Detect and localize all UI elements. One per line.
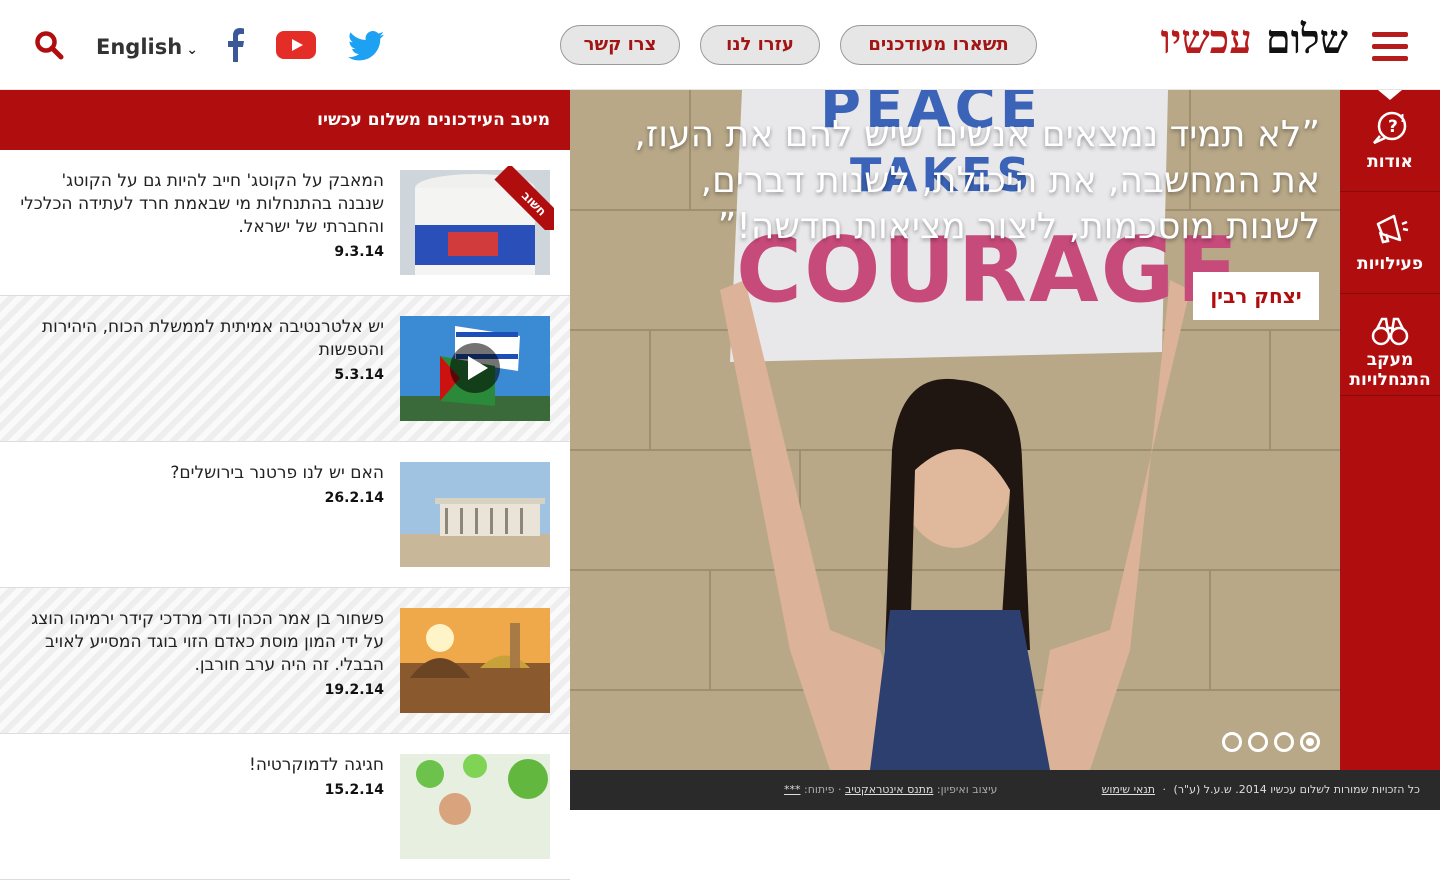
hero-quote: ”לא תמיד נמצאים אנשים שיש להם את העוז, א… [634, 114, 1320, 247]
list-item[interactable]: פשחור בן אמר הכהן ודר מרדכי קידר ירמיהו … [0, 588, 570, 734]
hamburger-menu-icon[interactable] [1372, 32, 1408, 62]
item-text: האם יש לנו פרטנר בירושלים? [170, 463, 384, 483]
list-item[interactable]: חגיגה לדמוקרטיה! 15.2.14 [0, 734, 570, 880]
site-logo[interactable]: שלום עכשיו [1118, 8, 1348, 72]
stay-updated-button[interactable]: תשארו מעודכנים [840, 25, 1037, 65]
item-body: יש אלטרנטיבה אמיתית לממשלת הכוח, היהירות… [20, 316, 384, 387]
item-text: יש אלטרנטיבה אמיתית לממשלת הכוח, היהירות… [41, 317, 384, 360]
item-date: 26.2.14 [324, 490, 384, 506]
design-label: עיצוב ואיפיון: [936, 783, 998, 796]
item-body: המאבק על הקוטג' חייב להיות גם על הקוטג' … [20, 170, 384, 264]
item-date: 19.2.14 [324, 682, 384, 698]
side-nav-label: פעילויות [1356, 254, 1424, 274]
dev-label: · פיתוח: [804, 783, 842, 796]
binoculars-icon [1371, 317, 1409, 346]
item-text: המאבק על הקוטג' חייב להיות גם על הקוטג' … [20, 171, 384, 237]
dev-link[interactable]: *** [784, 783, 801, 796]
item-body: חגיגה לדמוקרטיה! 15.2.14 [20, 754, 384, 802]
item-body: האם יש לנו פרטנר בירושלים? 26.2.14 [20, 462, 384, 510]
search-icon[interactable] [34, 30, 64, 60]
knesset-thumbnail [400, 462, 550, 567]
item-text: חגיגה לדמוקרטיה! [249, 755, 384, 775]
side-nav: ? ! אודות פעילויות מעקב התנחלויות [1340, 90, 1440, 810]
design-link[interactable]: מתנס אינטראקטיב [845, 783, 933, 796]
logo-word-2: עכשיו [1160, 16, 1252, 63]
help-us-button[interactable]: עזרו לנו [700, 25, 820, 65]
side-nav-notch [1378, 90, 1402, 100]
megaphone-icon [1376, 214, 1409, 244]
hero-slider[interactable]: PEACE TAKES COURAGE ”לא תמיד נמצאים אנשי… [570, 90, 1340, 770]
facebook-icon[interactable] [226, 28, 244, 62]
item-date: 15.2.14 [324, 782, 384, 798]
footer-separator: · [1162, 783, 1167, 796]
question-bubble-icon: ? ! [1373, 111, 1407, 145]
jerusalem-thumbnail [400, 608, 550, 713]
chevron-down-icon: ⌄ [186, 42, 198, 58]
item-date: 9.3.14 [334, 244, 384, 260]
language-label: English [96, 35, 183, 59]
svg-text:?: ? [1388, 117, 1398, 137]
footer-credits: עיצוב ואיפיון: מתנס אינטראקטיב · פיתוח: … [784, 770, 997, 810]
quote-author[interactable]: יצחק רבין [1193, 272, 1319, 320]
side-nav-label: מעקב התנחלויות [1349, 350, 1431, 390]
list-item[interactable]: המאבק על הקוטג' חייב להיות גם על הקוטג' … [0, 150, 570, 296]
logo-word-1: שלום [1265, 16, 1348, 63]
list-item[interactable]: האם יש לנו פרטנר בירושלים? 26.2.14 [0, 442, 570, 588]
item-date: 5.3.14 [334, 367, 384, 383]
cottage-cheese-thumbnail [400, 170, 550, 275]
balloons-thumbnail [400, 754, 550, 859]
side-nav-label: אודות [1367, 152, 1413, 172]
twitter-icon[interactable] [348, 30, 384, 62]
site-header: שלום עכשיו תשארו מעודכנים עזרו לנו צרו ק… [0, 0, 1440, 90]
youtube-icon[interactable] [276, 31, 316, 59]
slide-dot-active[interactable] [1300, 732, 1320, 752]
item-body: פשחור בן אמר הכהן ודר מרדכי קידר ירמיהו … [20, 608, 384, 702]
slide-dot[interactable] [1222, 732, 1242, 752]
flags-video-thumbnail [400, 316, 550, 421]
side-nav-about[interactable]: ? ! אודות [1340, 90, 1440, 192]
language-selector[interactable]: English ⌄ [96, 33, 198, 61]
list-item[interactable]: יש אלטרנטיבה אמיתית לממשלת הכוח, היהירות… [0, 296, 570, 442]
slide-dot[interactable] [1248, 732, 1268, 752]
terms-link[interactable]: תנאי שימוש [1102, 783, 1155, 796]
site-footer: כל הזכויות שמורות לשלום עכשיו 2014. ש.ע.… [570, 770, 1440, 810]
copyright-text: כל הזכויות שמורות לשלום עכשיו 2014. ש.ע.… [1173, 783, 1420, 796]
side-nav-settlement-watch[interactable]: מעקב התנחלויות [1340, 294, 1440, 396]
item-text: פשחור בן אמר הכהן ודר מרדכי קידר ירמיהו … [31, 609, 384, 675]
svg-text:!: ! [1400, 112, 1405, 125]
contact-button[interactable]: צרו קשר [560, 25, 680, 65]
slide-dot[interactable] [1274, 732, 1294, 752]
feed-title: מיטב העידכונים משלום עכשיו [0, 90, 570, 150]
side-nav-activities[interactable]: פעילויות [1340, 192, 1440, 294]
